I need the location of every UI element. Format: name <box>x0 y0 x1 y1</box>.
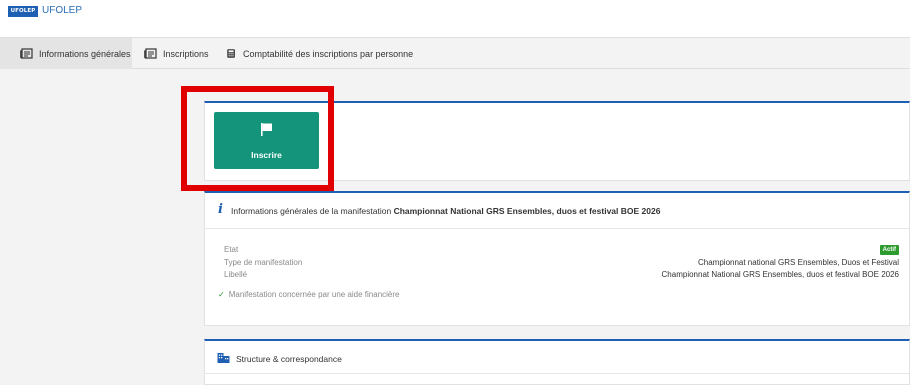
aid-text: Manifestation concernée par une aide fin… <box>228 290 400 299</box>
structure-card: Structure & correspondance <box>204 339 910 385</box>
tab-comptabilite[interactable]: Comptabilité des inscriptions par person… <box>218 38 418 69</box>
brand-name[interactable]: UFOLEP <box>42 4 82 18</box>
tab-inscriptions[interactable]: Inscriptions <box>132 38 218 69</box>
status-badge: Actif <box>879 245 899 255</box>
info-title: Informations générales de la manifestati… <box>231 206 660 216</box>
calculator-icon <box>227 49 235 58</box>
highlight-box <box>181 86 334 191</box>
field-value-libelle: Championnat National GRS Ensembles, duos… <box>661 270 899 279</box>
info-title-prefix: Informations générales de la manifestati… <box>231 206 392 216</box>
structure-card-header[interactable]: Structure & correspondance <box>205 341 909 374</box>
tab-label: Comptabilité des inscriptions par person… <box>243 48 414 59</box>
event-name: Championnat National GRS Ensembles, duos… <box>393 206 661 216</box>
newspaper-icon <box>144 48 157 59</box>
tab-informations-generales[interactable]: Informations générales <box>0 38 132 69</box>
top-bar: UFOLEP UFOLEP <box>0 0 910 37</box>
ufolep-logo[interactable]: UFOLEP <box>8 6 38 17</box>
tab-bar: Informations générales Inscriptions Comp… <box>0 37 910 69</box>
tab-label: Inscriptions <box>163 48 209 59</box>
field-label-type: Type de manifestation <box>224 258 303 267</box>
field-label-etat: Etat <box>224 245 239 254</box>
info-card: i Informations générales de la manifesta… <box>204 191 910 326</box>
financial-aid-note: ✓ Manifestation concernée par une aide fi… <box>218 290 399 299</box>
check-icon: ✓ <box>218 290 225 299</box>
tab-label: Informations générales <box>39 48 131 59</box>
building-icon <box>217 353 230 363</box>
info-icon: i <box>218 202 223 217</box>
info-card-header: i Informations générales de la manifesta… <box>205 193 909 229</box>
newspaper-icon <box>20 48 33 59</box>
field-value-type: Championnat national GRS Ensembles, Duos… <box>698 258 899 267</box>
field-label-libelle: Libellé <box>224 270 248 279</box>
structure-title: Structure & correspondance <box>236 354 342 364</box>
